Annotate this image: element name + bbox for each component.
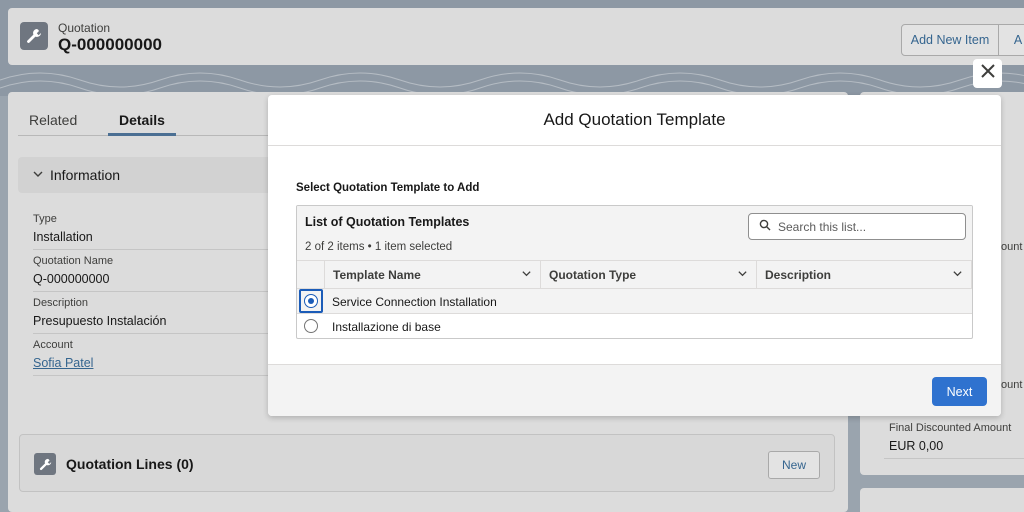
chevron-down-icon[interactable] xyxy=(952,268,963,282)
active-tab-indicator xyxy=(108,133,176,136)
truncated-label: ount xyxy=(1001,241,1023,253)
close-modal-button[interactable] xyxy=(973,59,1002,88)
list-item-count: 2 of 2 items • 1 item selected xyxy=(305,241,453,253)
truncated-label: ount xyxy=(1001,379,1023,391)
column-header-description[interactable]: Description xyxy=(756,261,972,289)
field-label: Quotation Name xyxy=(33,255,114,267)
header-action-button[interactable]: A xyxy=(998,24,1024,56)
field-divider xyxy=(884,458,1024,459)
template-name-cell: Installazione di base xyxy=(332,320,441,334)
table-row[interactable]: Installazione di base xyxy=(297,314,972,338)
next-button[interactable]: Next xyxy=(932,377,987,406)
table-row[interactable]: Service Connection Installation xyxy=(297,289,972,314)
wrench-icon xyxy=(20,22,48,50)
search-input[interactable] xyxy=(778,219,948,234)
template-name-cell: Service Connection Installation xyxy=(332,295,497,309)
field-value: Installation xyxy=(33,230,93,244)
template-radio-selected[interactable] xyxy=(304,294,318,308)
list-title: List of Quotation Templates xyxy=(305,215,470,229)
template-list: List of Quotation Templates 2 of 2 items… xyxy=(296,205,973,339)
select-template-label: Select Quotation Template to Add xyxy=(296,182,480,194)
new-quotation-line-button[interactable]: New xyxy=(768,451,820,479)
modal-footer: Next xyxy=(268,364,1001,416)
table-header: Template Name Quotation Type Description xyxy=(297,260,972,289)
column-header-quotation-type[interactable]: Quotation Type xyxy=(540,261,756,289)
field-value: Presupuesto Instalación xyxy=(33,314,167,328)
field-account: Account Sofia Patel xyxy=(33,339,303,376)
chevron-down-icon[interactable] xyxy=(737,268,748,282)
tab-details[interactable]: Details xyxy=(119,112,165,128)
field-label: Type xyxy=(33,213,57,225)
add-new-item-button[interactable]: Add New Item xyxy=(901,24,999,56)
field-value: Q-000000000 xyxy=(33,272,110,286)
quotation-lines-card: Quotation Lines (0) New xyxy=(19,434,835,492)
secondary-card xyxy=(860,488,1024,512)
search-icon xyxy=(759,218,771,236)
tab-related[interactable]: Related xyxy=(29,112,77,128)
modal-title: Add Quotation Template xyxy=(268,95,1001,146)
section-title: Information xyxy=(50,167,121,183)
column-label: Template Name xyxy=(333,268,421,282)
column-label: Quotation Type xyxy=(549,268,637,282)
field-label: Account xyxy=(33,339,73,351)
close-icon xyxy=(980,63,996,84)
decorative-wave xyxy=(0,72,1024,94)
record-object-label: Quotation xyxy=(58,21,111,35)
chevron-down-icon xyxy=(32,167,44,183)
field-type: Type Installation xyxy=(33,213,303,250)
final-discounted-amount-value: EUR 0,00 xyxy=(889,439,944,453)
field-label: Description xyxy=(33,297,89,309)
record-title: Q-000000000 xyxy=(58,35,162,54)
add-quotation-template-modal: Add Quotation Template Select Quotation … xyxy=(268,95,1001,416)
quotation-lines-title: Quotation Lines (0) xyxy=(66,456,194,472)
record-header: Quotation Q-000000000 Add New Item A xyxy=(8,8,1024,65)
template-radio[interactable] xyxy=(304,319,318,333)
column-header-template-name[interactable]: Template Name xyxy=(324,261,540,289)
column-label: Description xyxy=(765,268,832,282)
field-description: Description Presupuesto Instalación xyxy=(33,297,303,334)
account-link[interactable]: Sofia Patel xyxy=(33,356,303,370)
wrench-icon xyxy=(34,453,56,475)
chevron-down-icon[interactable] xyxy=(521,268,532,282)
final-discounted-amount-label: Final Discounted Amount xyxy=(889,422,1012,434)
list-header: List of Quotation Templates 2 of 2 items… xyxy=(297,206,972,260)
search-box xyxy=(748,213,966,240)
field-quotation-name: Quotation Name Q-000000000 xyxy=(33,255,303,292)
